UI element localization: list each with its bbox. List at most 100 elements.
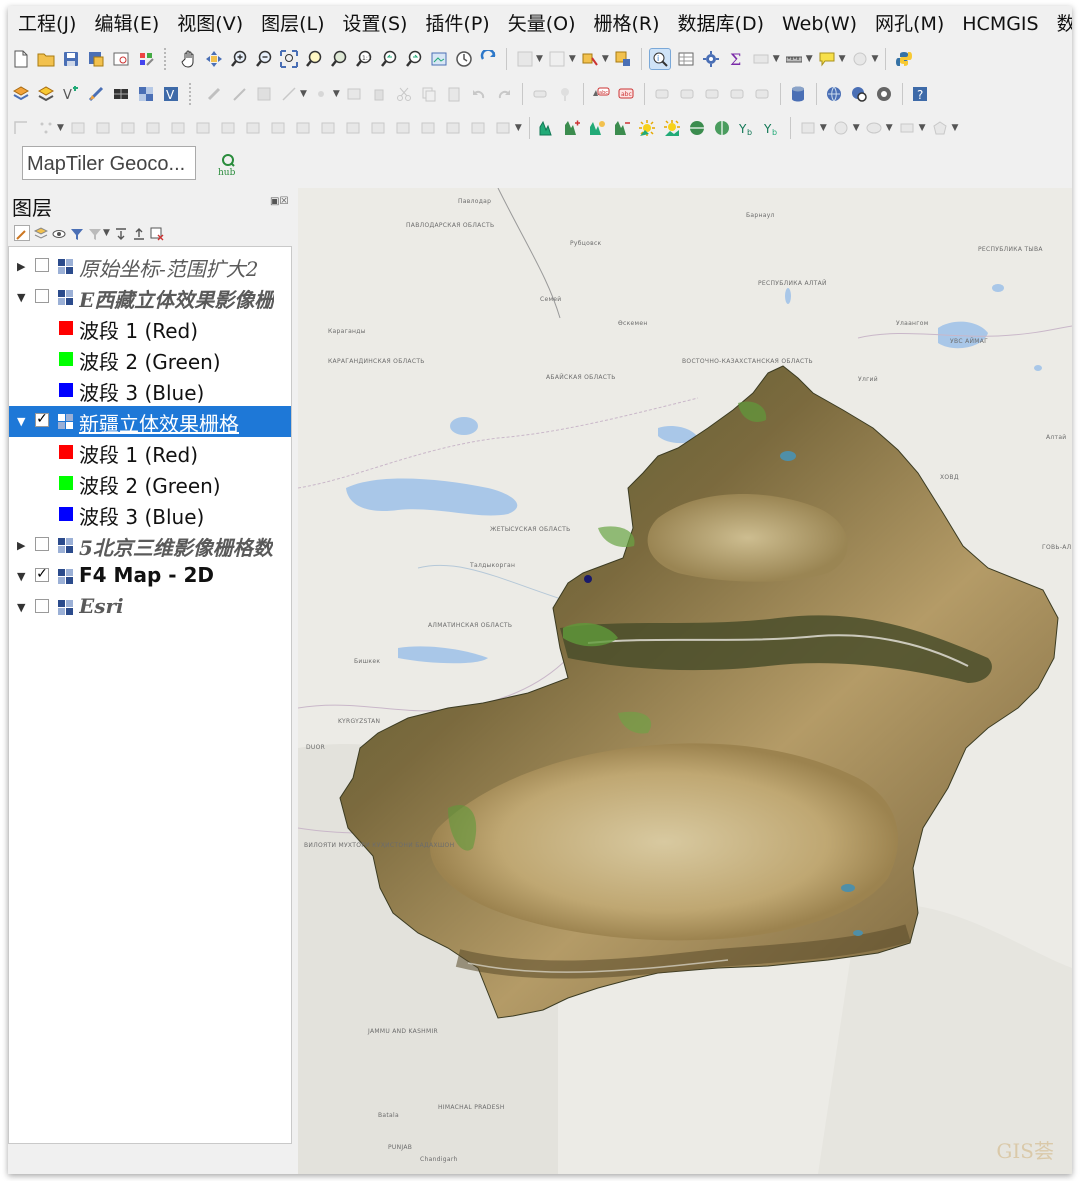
chevron-down-icon[interactable]: ▼: [602, 54, 609, 64]
merge-features-icon[interactable]: [118, 118, 138, 138]
menu-mesh[interactable]: 网孔(M): [865, 6, 952, 42]
chevron-down-icon[interactable]: ▼: [773, 54, 780, 64]
layer-visibility-checkbox[interactable]: [35, 537, 49, 551]
menu-raster[interactable]: 栅格(R): [584, 6, 668, 42]
sphere-icon[interactable]: [687, 118, 707, 138]
menu-layer[interactable]: 图层(L): [251, 6, 332, 42]
layer-row[interactable]: ▼ ✓ F4 Map - 2D: [9, 561, 291, 592]
add-group-icon[interactable]: [33, 226, 49, 240]
zoom-last-icon[interactable]: [379, 49, 399, 69]
new-project-icon[interactable]: [11, 49, 31, 69]
zoom-native-icon[interactable]: 1:1: [354, 49, 374, 69]
statistical-summary-icon[interactable]: Σ: [726, 49, 746, 69]
open-project-icon[interactable]: [36, 49, 56, 69]
save-project-icon[interactable]: [61, 49, 81, 69]
layer-row[interactable]: ▶ 5北京三维影像栅格数: [9, 530, 291, 561]
python-console-icon[interactable]: [894, 49, 914, 69]
variable-y2-icon[interactable]: Yb: [762, 118, 782, 138]
zoom-next-icon[interactable]: [404, 49, 424, 69]
refresh-icon[interactable]: [479, 49, 499, 69]
reshape-icon[interactable]: [68, 118, 88, 138]
collapse-arrow-icon[interactable]: ▼: [17, 570, 25, 583]
menu-vector[interactable]: 矢量(O): [498, 6, 584, 42]
open-attribute-table-icon[interactable]: [547, 49, 567, 69]
collapse-arrow-icon[interactable]: ▼: [17, 601, 25, 614]
attribute-table-icon[interactable]: [676, 49, 696, 69]
layer-row-selected[interactable]: ▼ ✓ 新疆立体效果栅格: [9, 406, 291, 437]
sun-hillshade-icon[interactable]: [637, 118, 657, 138]
digitize-line-icon[interactable]: [279, 84, 299, 104]
shape-ellipse-icon[interactable]: [864, 118, 884, 138]
trim-extend-icon[interactable]: [368, 118, 388, 138]
layer-row[interactable]: ▼ Esri: [9, 592, 291, 623]
annotation-tool-icon[interactable]: [850, 49, 870, 69]
chevron-down-icon[interactable]: ▼: [872, 54, 879, 64]
collapse-all-icon[interactable]: [132, 226, 146, 240]
variable-y-icon[interactable]: Yb: [737, 118, 757, 138]
menu-view[interactable]: 视图(V): [167, 6, 251, 42]
simplify-icon[interactable]: [268, 118, 288, 138]
rotate-label-icon[interactable]: [677, 84, 697, 104]
expand-arrow-icon[interactable]: ▶: [17, 539, 25, 552]
sphere-green-icon[interactable]: [712, 118, 732, 138]
add-raster-layer-icon[interactable]: [136, 84, 156, 104]
chevron-down-icon[interactable]: ▼: [886, 123, 893, 133]
menu-edit[interactable]: 编辑(E): [84, 6, 167, 42]
save-edits-icon[interactable]: [254, 84, 274, 104]
filter-legend-icon[interactable]: [70, 226, 84, 240]
menu-settings[interactable]: 设置(S): [333, 6, 416, 42]
vertex-select-icon[interactable]: [36, 118, 56, 138]
add-part-icon[interactable]: [318, 118, 338, 138]
chevron-down-icon[interactable]: ▼: [952, 123, 959, 133]
layer-visibility-checkbox[interactable]: [35, 599, 49, 613]
menu-web[interactable]: Web(W): [772, 6, 865, 42]
offset-curve-icon[interactable]: [143, 118, 163, 138]
toggle-editing-icon[interactable]: [229, 84, 249, 104]
layer-styling-icon[interactable]: [14, 225, 30, 241]
fill-ring-icon[interactable]: [168, 118, 188, 138]
chevron-down-icon[interactable]: ▼: [919, 123, 926, 133]
menu-plugins[interactable]: 插件(P): [415, 6, 497, 42]
layer-visibility-checkbox[interactable]: [35, 289, 49, 303]
help-icon[interactable]: ?: [910, 84, 930, 104]
layer-visibility-checkbox[interactable]: [35, 258, 49, 272]
remove-layer-icon[interactable]: [150, 226, 164, 241]
chevron-down-icon[interactable]: ▼: [300, 89, 307, 99]
data-source-manager-icon[interactable]: [11, 84, 31, 104]
filter-expression-icon[interactable]: [88, 226, 102, 240]
add-vector-layer-icon[interactable]: V: [61, 84, 81, 104]
shape-polygon-icon[interactable]: [930, 118, 950, 138]
add-ring-icon[interactable]: [293, 118, 313, 138]
split-features-icon[interactable]: [93, 118, 113, 138]
print-layout-icon[interactable]: [111, 49, 131, 69]
manage-map-themes-icon[interactable]: [52, 226, 66, 240]
add-delimited-text-icon[interactable]: [86, 84, 106, 104]
cut-features-icon[interactable]: [394, 84, 414, 104]
layer-row[interactable]: ▼ E西藏立体效果影像栅: [9, 282, 291, 313]
delete-selected-icon[interactable]: [369, 84, 389, 104]
advanced-digitize-icon[interactable]: [11, 118, 31, 138]
delete-part-icon[interactable]: [218, 118, 238, 138]
sun-aspect-icon[interactable]: [662, 118, 682, 138]
zoom-out-icon[interactable]: [254, 49, 274, 69]
processing-toolbox-icon[interactable]: [701, 49, 721, 69]
diagram-tool-icon[interactable]: [752, 84, 772, 104]
select-by-value-icon[interactable]: [613, 49, 633, 69]
collapse-arrow-icon[interactable]: ▼: [17, 415, 25, 428]
layer-labeling-icon[interactable]: abc: [591, 84, 611, 104]
identify-features-icon[interactable]: [515, 49, 535, 69]
move-label-icon[interactable]: [652, 84, 672, 104]
reverse-line-icon[interactable]: [343, 118, 363, 138]
map-canvas[interactable]: ПАВЛОДАРСКАЯ ОБЛАСТЬ Павлодар Барнаул Ру…: [298, 188, 1072, 1174]
pin-labels-icon[interactable]: [555, 84, 575, 104]
delete-ring-icon[interactable]: [193, 118, 213, 138]
collapse-arrow-icon[interactable]: ▼: [17, 291, 25, 304]
copy-move-icon[interactable]: [443, 118, 463, 138]
globe-search-icon[interactable]: [849, 84, 869, 104]
chevron-down-icon[interactable]: ▼: [103, 228, 110, 238]
show-hide-labels-icon[interactable]: [727, 84, 747, 104]
copy-features-icon[interactable]: [419, 84, 439, 104]
chevron-down-icon[interactable]: ▼: [569, 54, 576, 64]
new-map-view-icon[interactable]: [429, 49, 449, 69]
paste-features-icon[interactable]: [444, 84, 464, 104]
